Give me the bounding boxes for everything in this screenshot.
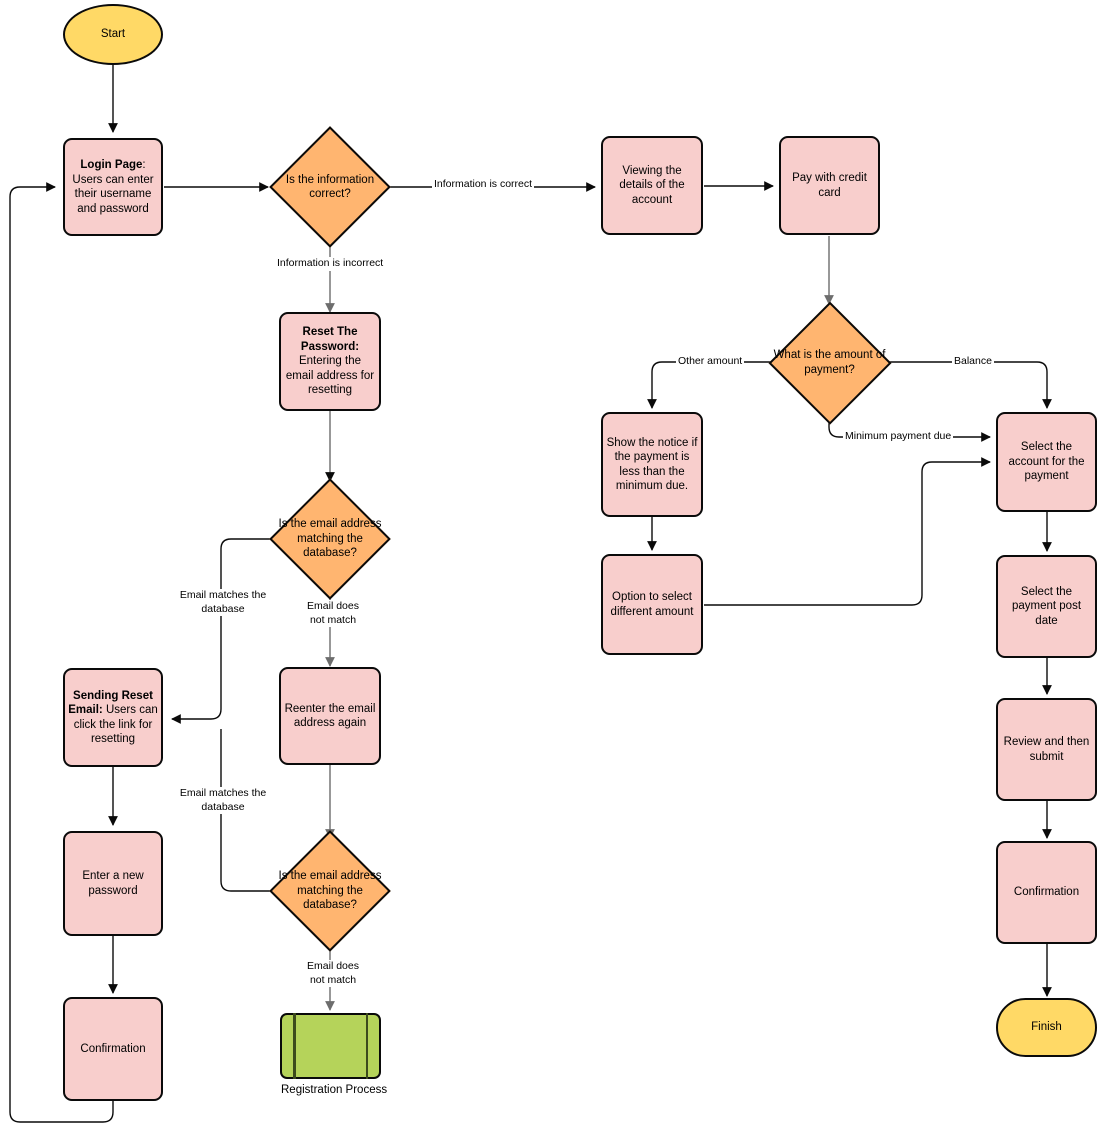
node-confirmation-left-label: Confirmation [80, 1042, 146, 1055]
node-viewing-account-details-label: Viewing the details of the account [619, 164, 685, 206]
flowchart-edges [9, 65, 1052, 1123]
node-select-account-for-payment[interactable]: Select the account for the payment [996, 412, 1097, 512]
node-confirmation-right-label: Confirmation [1013, 886, 1080, 899]
node-reenter-email-address[interactable]: Reenter the email address again [279, 667, 381, 765]
node-finish-label: Finish [1031, 1021, 1062, 1034]
node-reset-the-password-label-rest: Entering the email address for resetting [285, 355, 375, 397]
flowchart-canvas: Start Login Page: Users can enter their … [0, 0, 1099, 1131]
node-what-is-amount-of-payment-label: What is the amount of payment? [773, 349, 886, 376]
node-start-label: Start [100, 28, 126, 41]
node-viewing-account-details[interactable]: Viewing the details of the account [601, 136, 703, 235]
node-is-information-correct[interactable]: Is the information correct? [269, 126, 391, 248]
edge-label-email-matches-database-1: Email matches the database [175, 589, 271, 616]
node-option-select-different-amount-label: Option to select different amount [610, 591, 694, 618]
node-pay-with-credit-card-label: Pay with credit card [792, 172, 867, 199]
node-reset-the-password[interactable]: Reset The Password: Entering the email a… [279, 312, 381, 411]
node-is-information-correct-label: Is the information correct? [285, 173, 375, 201]
edge-label-information-is-incorrect: Information is incorrect [275, 257, 386, 271]
node-enter-new-password-label: Enter a new password [82, 870, 144, 897]
node-is-email-matching-database-1[interactable]: Is the email address matching the databa… [269, 478, 391, 600]
node-is-email-matching-database-1-label: Is the email address matching the databa… [278, 518, 382, 560]
node-confirmation-left[interactable]: Confirmation [63, 997, 163, 1101]
node-review-and-submit[interactable]: Review and then submit [996, 698, 1097, 801]
node-sending-reset-email[interactable]: Sending Reset Email: Users can click the… [63, 668, 163, 767]
node-finish[interactable]: Finish [996, 998, 1097, 1057]
node-login-page[interactable]: Login Page: Users can enter their userna… [63, 138, 163, 236]
node-reset-the-password-label: Reset The Password: Entering the email a… [284, 325, 376, 398]
node-select-payment-post-date[interactable]: Select the payment post date [996, 555, 1097, 658]
edge-label-minimum-payment-due: Minimum payment due [843, 430, 954, 444]
edge-label-information-is-correct: Information is correct [432, 178, 535, 192]
node-show-minimum-due-notice[interactable]: Show the notice if the payment is less t… [601, 412, 703, 517]
edge-label-email-does-not-match-1: Email does not match [297, 600, 369, 627]
node-review-and-submit-label: Review and then submit [1003, 736, 1090, 763]
node-option-select-different-amount[interactable]: Option to select different amount [601, 554, 703, 655]
node-confirmation-right[interactable]: Confirmation [996, 841, 1097, 944]
edge-label-email-does-not-match-2: Email does not match [297, 960, 369, 987]
node-reenter-email-address-label: Reenter the email address again [284, 702, 376, 730]
node-show-minimum-due-notice-label: Show the notice if the payment is less t… [606, 436, 698, 493]
node-enter-new-password[interactable]: Enter a new password [63, 831, 163, 936]
node-what-is-amount-of-payment[interactable]: What is the amount of payment? [768, 301, 891, 424]
node-is-email-matching-database-2[interactable]: Is the email address matching the databa… [269, 830, 391, 952]
edge-label-balance: Balance [952, 355, 994, 369]
subprocess-right-bar [365, 1013, 368, 1079]
node-select-account-for-payment-label: Select the account for the payment [1008, 441, 1085, 483]
node-is-email-matching-database-2-label: Is the email address matching the databa… [278, 870, 382, 912]
node-login-page-label: Login Page: Users can enter their userna… [68, 158, 158, 216]
subprocess-left-bar [293, 1013, 296, 1079]
node-registration-process-caption: Registration Process [281, 1084, 388, 1096]
edge-label-other-amount: Other amount [676, 355, 745, 369]
node-select-payment-post-date-label: Select the payment post date [1011, 585, 1082, 627]
node-reset-the-password-label-bold: Reset The Password: [300, 326, 360, 353]
node-pay-with-credit-card[interactable]: Pay with credit card [779, 136, 880, 235]
edge-label-email-matches-database-2: Email matches the database [175, 787, 271, 814]
node-start[interactable]: Start [63, 4, 163, 65]
node-registration-process[interactable] [280, 1013, 381, 1079]
node-sending-reset-email-label: Sending Reset Email: Users can click the… [68, 689, 158, 747]
node-login-page-label-bold: Login Page [80, 159, 143, 171]
